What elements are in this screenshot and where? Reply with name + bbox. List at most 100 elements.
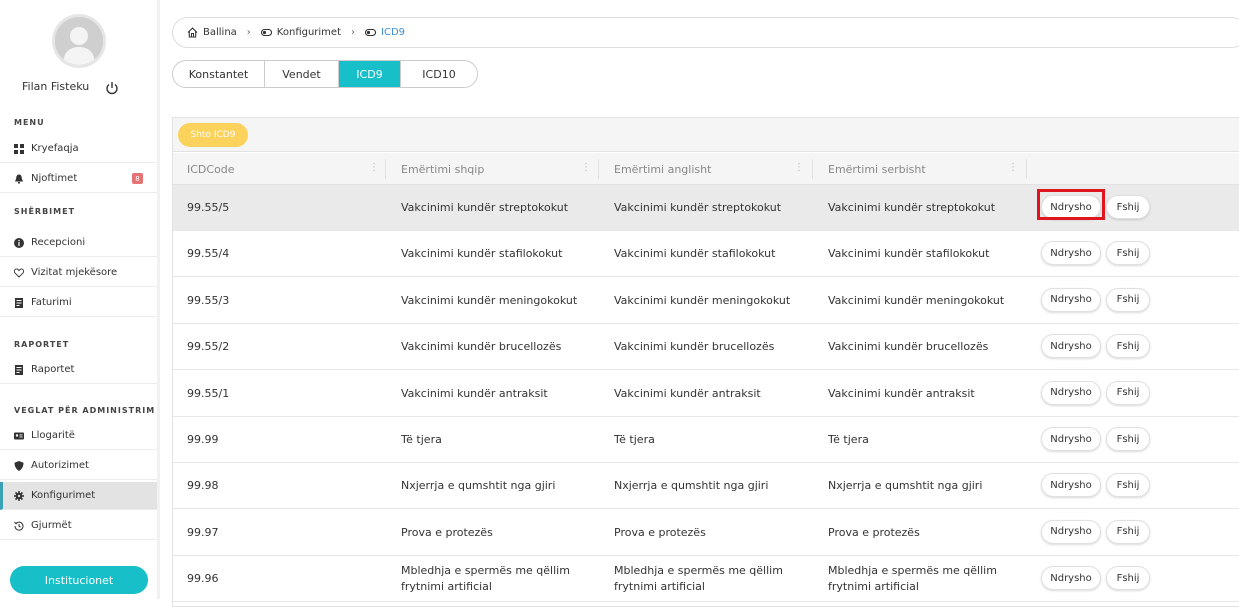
- edit-button[interactable]: Ndrysho: [1041, 287, 1101, 312]
- breadcrumb: Ballina › Konfigurimet › ICD9: [172, 17, 1239, 48]
- cell-emertimi-anglisht: Mbledhja e spermës me qëllim frytnimi ar…: [614, 564, 783, 594]
- edit-button[interactable]: Ndrysho: [1041, 566, 1101, 591]
- cell-emertimi-anglisht: Prova e protezës: [614, 525, 706, 539]
- sidebar-item-llogarite[interactable]: Llogaritë: [0, 422, 157, 450]
- table-row[interactable]: 99.55/3 Vakcinimi kundër meningokokut Vakc…: [173, 278, 1239, 324]
- delete-button[interactable]: Fshij: [1106, 427, 1150, 451]
- tab-vendet[interactable]: Vendet: [265, 61, 339, 87]
- table-row[interactable]: 99.55/1 Vakcinimi kundër antraksit Vakcini…: [173, 371, 1239, 417]
- edit-button[interactable]: Ndrysho: [1041, 380, 1101, 405]
- cell-emertimi-anglisht: Vakcinimi kundër antraksit: [614, 386, 761, 400]
- heartbeat-icon: [14, 267, 24, 278]
- user-row: Filan Fisteku: [0, 80, 157, 98]
- sidebar-item-label: Raportet: [31, 364, 75, 375]
- add-icd9-button[interactable]: Shto ICD9: [178, 123, 248, 147]
- breadcrumb-item-konfigurimet[interactable]: Konfigurimet: [260, 27, 341, 38]
- toggle-icon: [260, 28, 272, 37]
- delete-button[interactable]: Fshij: [1106, 519, 1150, 544]
- breadcrumb-item-ballina[interactable]: Ballina: [187, 27, 237, 38]
- column-header-icdcode[interactable]: ICDCode: [187, 153, 235, 185]
- sidebar-item-gjurmet[interactable]: Gjurmët: [0, 512, 157, 540]
- cell-emertimi-serbisht: Vakcinimi kundër brucellozës: [828, 340, 989, 354]
- breadcrumb-separator: ›: [351, 27, 356, 38]
- sidebar-item-njoftimet[interactable]: Njoftimet 8: [0, 165, 157, 193]
- cell-icdcode: 99.55/1: [187, 386, 230, 400]
- id-card-icon: [14, 432, 24, 439]
- table-row[interactable]: 99.97 Prova e protezës Prova e protezës Pro…: [173, 510, 1239, 556]
- table-row[interactable]: 99.98 Nxjerrja e qumshtit nga gjiri Nxjerr…: [173, 463, 1239, 510]
- column-header-emertimi-serbisht[interactable]: Emërtimi serbisht: [828, 153, 926, 185]
- dashboard-icon: [14, 143, 24, 154]
- edit-button[interactable]: Ndrysho: [1041, 195, 1101, 219]
- sidebar-item-konfigurimet[interactable]: Konfigurimet: [0, 482, 157, 510]
- edit-button[interactable]: Ndrysho: [1041, 473, 1101, 498]
- sidebar-item-autorizimet[interactable]: Autorizimet: [0, 452, 157, 480]
- table-row[interactable]: 99.55/5 Vakcinimi kundër streptokokut Vakc…: [173, 185, 1239, 231]
- column-divider: [812, 159, 813, 179]
- column-menu-icon[interactable]: ⋮: [581, 162, 591, 173]
- user-name: Filan Fisteku: [22, 80, 90, 93]
- table-row[interactable]: 99.55/4 Vakcinimi kundër stafilokokut Vakc…: [173, 231, 1239, 278]
- column-menu-icon[interactable]: ⋮: [369, 162, 379, 173]
- cell-emertimi-shqip: Të tjera: [401, 433, 442, 446]
- cell-emertimi-anglisht: Të tjera: [614, 433, 655, 446]
- column-divider: [385, 159, 386, 179]
- cell-icdcode: 99.55/3: [187, 293, 230, 307]
- section-title-raportet: RAPORTET: [14, 340, 70, 349]
- cell-emertimi-shqip: Vakcinimi kundër brucellozës: [401, 340, 562, 354]
- cell-emertimi-anglisht: Vakcinimi kundër stafilokokut: [614, 247, 776, 261]
- sidebar-item-vizitat[interactable]: Vizitat mjekësore: [0, 259, 157, 287]
- delete-button[interactable]: Fshij: [1106, 287, 1150, 312]
- shield-icon: [14, 460, 24, 471]
- sidebar-item-label: Gjurmët: [31, 520, 72, 531]
- section-title-sherbimet: SHËRBIMET: [14, 207, 76, 216]
- table-row[interactable]: 99.96 Mbledhja e spermës me qëllim frytni…: [173, 556, 1239, 603]
- delete-button[interactable]: Fshij: [1106, 241, 1150, 266]
- delete-button[interactable]: Fshij: [1106, 334, 1150, 359]
- tab-icd9[interactable]: ICD9: [339, 61, 401, 87]
- sidebar-item-kryefaqja[interactable]: Kryefaqja: [0, 135, 157, 163]
- sidebar-item-recepcioni[interactable]: Recepcioni: [0, 229, 157, 257]
- sidebar-item-raportet[interactable]: Raportet: [0, 356, 157, 384]
- section-title-menu: MENU: [14, 118, 45, 127]
- institutions-button[interactable]: Institucionet: [10, 566, 148, 594]
- cell-icdcode: 99.55/2: [187, 340, 230, 354]
- table-toolbar: Shto ICD9: [173, 118, 1239, 152]
- table-header: ICDCode ⋮ Emërtimi shqip ⋮ Emërtimi angl…: [173, 153, 1239, 185]
- column-header-emertimi-shqip[interactable]: Emërtimi shqip: [401, 153, 484, 185]
- table-row[interactable]: 99.99 Të tjera Të tjera Të tjera Ndrysho Fshi…: [173, 417, 1239, 463]
- cell-emertimi-serbisht: Vakcinimi kundër stafilokokut: [828, 247, 990, 261]
- cell-emertimi-serbisht: Vakcinimi kundër antraksit: [828, 386, 975, 400]
- cell-emertimi-serbisht: Prova e protezës: [828, 525, 920, 539]
- power-icon[interactable]: [104, 80, 120, 96]
- invoice-icon: [15, 297, 23, 308]
- sidebar-item-faturimi[interactable]: Faturimi: [0, 289, 157, 317]
- cell-emertimi-shqip: Vakcinimi kundër antraksit: [401, 386, 548, 400]
- column-header-emertimi-anglisht[interactable]: Emërtimi anglisht: [614, 153, 711, 185]
- column-menu-icon[interactable]: ⋮: [1008, 162, 1018, 173]
- table-row[interactable]: 99.55/2 Vakcinimi kundër brucellozës Vakci…: [173, 324, 1239, 371]
- cell-emertimi-serbisht: Nxjerrja e qumshtit nga gjiri: [828, 479, 983, 493]
- delete-button[interactable]: Fshij: [1106, 195, 1150, 219]
- cell-emertimi-anglisht: Vakcinimi kundër meningokokut: [614, 293, 791, 307]
- delete-button[interactable]: Fshij: [1106, 473, 1150, 498]
- edit-button[interactable]: Ndrysho: [1041, 427, 1101, 451]
- cell-emertimi-serbisht: Vakcinimi kundër streptokokut: [828, 201, 996, 214]
- sidebar-item-label: Llogaritë: [31, 430, 75, 441]
- cell-icdcode: 99.98: [187, 479, 219, 493]
- delete-button[interactable]: Fshij: [1106, 380, 1150, 405]
- breadcrumb-separator: ›: [246, 27, 251, 38]
- avatar[interactable]: [52, 14, 106, 68]
- edit-button[interactable]: Ndrysho: [1041, 334, 1101, 359]
- column-menu-icon[interactable]: ⋮: [794, 162, 804, 173]
- delete-button[interactable]: Fshij: [1106, 566, 1150, 591]
- tab-icd10[interactable]: ICD10: [401, 61, 477, 87]
- breadcrumb-label: Ballina: [203, 27, 237, 38]
- cell-emertimi-shqip: Nxjerrja e qumshtit nga gjiri: [401, 479, 556, 493]
- edit-button[interactable]: Ndrysho: [1041, 241, 1101, 266]
- tab-konstantet[interactable]: Konstantet: [173, 61, 265, 87]
- cell-icdcode: 99.55/4: [187, 247, 230, 261]
- notification-badge: 8: [132, 173, 143, 184]
- edit-button[interactable]: Ndrysho: [1041, 519, 1101, 544]
- sidebar-item-label: Njoftimet: [31, 173, 78, 184]
